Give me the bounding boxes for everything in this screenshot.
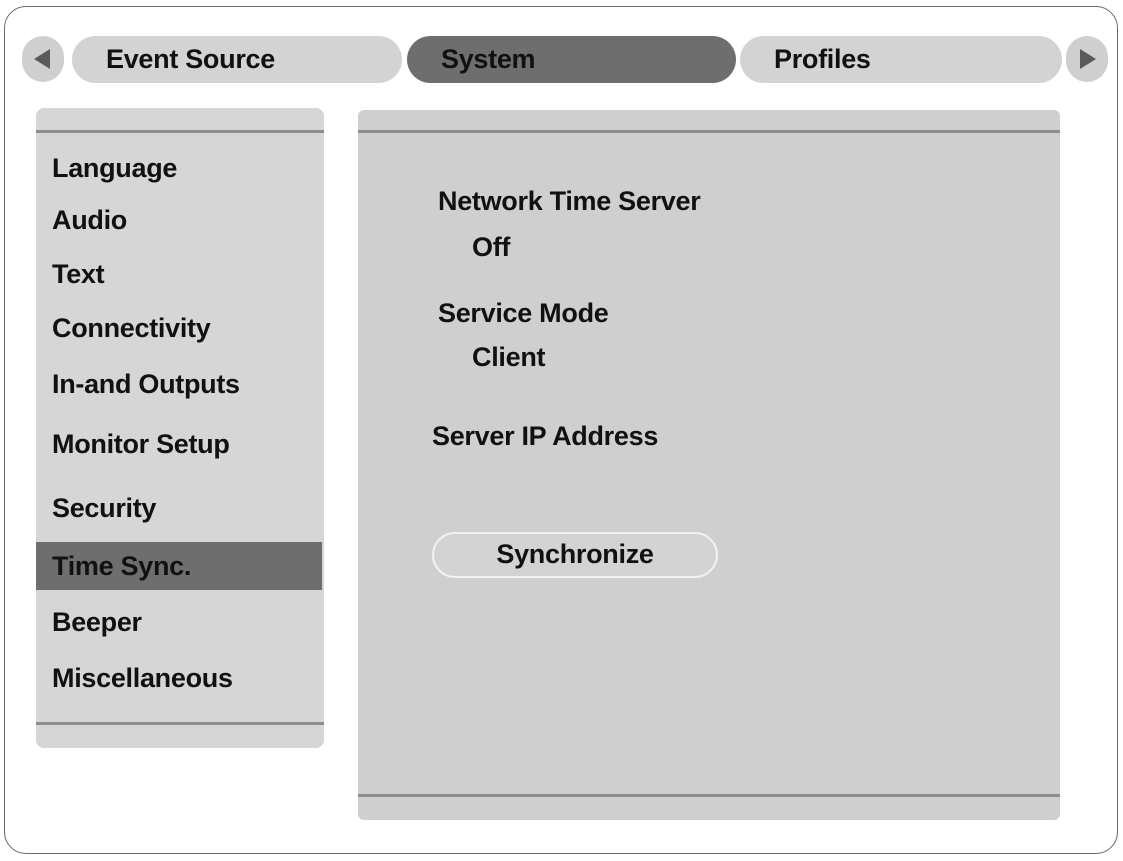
panel-top-divider <box>358 130 1060 133</box>
server-ip-address-label[interactable]: Server IP Address <box>432 421 658 452</box>
menu-top-divider <box>36 130 324 133</box>
network-time-server-value[interactable]: Off <box>472 232 510 263</box>
menu-item-connectivity[interactable]: Connectivity <box>36 304 322 352</box>
network-time-server-label: Network Time Server <box>438 186 701 216</box>
tab-system[interactable]: System <box>407 36 736 83</box>
menu-item-language[interactable]: Language <box>36 144 322 192</box>
menu-bottom-divider <box>36 722 324 725</box>
menu-item-in-and-outputs[interactable]: In-and Outputs <box>36 360 322 408</box>
panel-bottom-divider <box>358 794 1060 797</box>
tab-prev-button[interactable] <box>22 36 64 82</box>
menu-item-text[interactable]: Text <box>36 250 322 298</box>
tab-next-button[interactable] <box>1066 36 1108 82</box>
synchronize-button[interactable]: Synchronize <box>432 532 718 578</box>
menu-item-miscellaneous[interactable]: Miscellaneous <box>36 654 322 702</box>
tab-profiles[interactable]: Profiles <box>740 36 1062 83</box>
service-mode-label: Service Mode <box>438 298 609 328</box>
menu-item-audio[interactable]: Audio <box>36 196 322 244</box>
service-mode-value[interactable]: Client <box>472 342 546 373</box>
menu-item-monitor-setup[interactable]: Monitor Setup <box>36 420 322 468</box>
tab-event-source[interactable]: Event Source <box>72 36 402 83</box>
menu-item-security[interactable]: Security <box>36 484 322 532</box>
system-menu: Language Audio Text Connectivity In-and … <box>36 108 324 748</box>
menu-item-time-sync[interactable]: Time Sync. <box>36 542 322 590</box>
menu-item-beeper[interactable]: Beeper <box>36 598 322 646</box>
